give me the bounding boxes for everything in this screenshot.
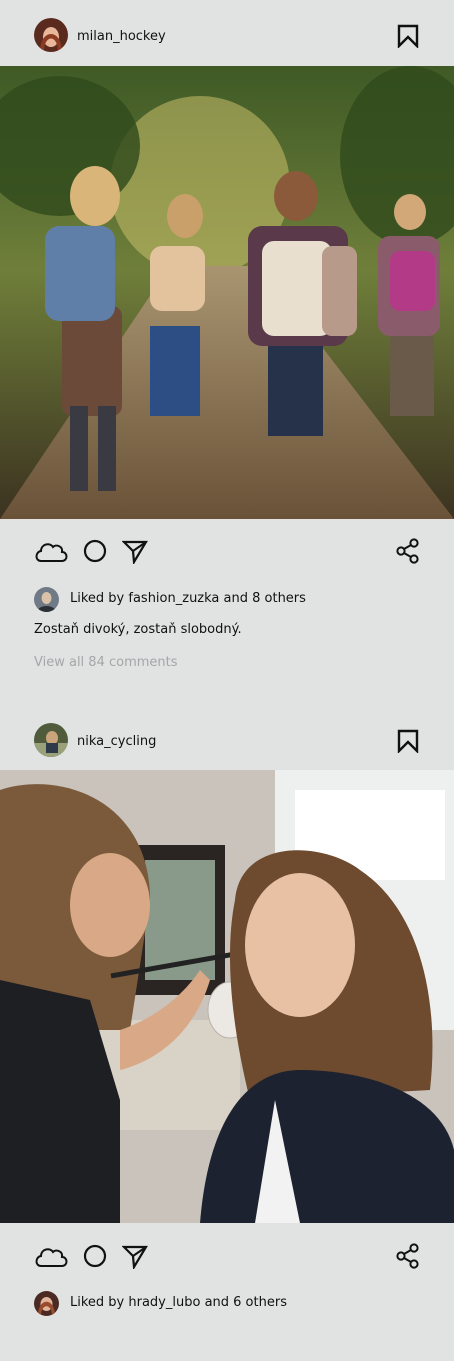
post-header: nika_cycling bbox=[0, 705, 454, 771]
circle-comment-icon[interactable] bbox=[83, 538, 107, 564]
avatar[interactable] bbox=[34, 587, 59, 612]
post-username[interactable]: milan_hockey bbox=[77, 28, 166, 46]
likes-text[interactable]: Liked by hrady_lubo and 6 others bbox=[70, 1295, 287, 1310]
cloud-like-icon[interactable] bbox=[33, 1243, 69, 1269]
send-arrow-icon[interactable] bbox=[121, 1243, 148, 1271]
post-username[interactable]: nika_cycling bbox=[77, 733, 156, 751]
post-header: milan_hockey bbox=[0, 0, 454, 66]
post-caption: Zostaň divoký, zostaň slobodný. bbox=[34, 622, 242, 637]
likes-row: Liked by hrady_lubo and 6 others bbox=[0, 1291, 454, 1317]
view-comments-link[interactable]: View all 84 comments bbox=[34, 655, 178, 670]
post-image[interactable] bbox=[0, 770, 454, 1223]
share-icon[interactable] bbox=[396, 1243, 420, 1269]
bookmark-icon[interactable] bbox=[397, 729, 419, 754]
post-actions bbox=[0, 1239, 454, 1273]
feed-post: nika_cycling Liked by hrady_lubo and 6 o… bbox=[0, 705, 454, 1316]
send-arrow-icon[interactable] bbox=[121, 538, 148, 566]
share-icon[interactable] bbox=[396, 538, 420, 564]
post-image[interactable] bbox=[0, 66, 454, 519]
circle-comment-icon[interactable] bbox=[83, 1243, 107, 1269]
likes-row: Liked by fashion_zuzka and 8 others bbox=[0, 587, 454, 613]
cloud-like-icon[interactable] bbox=[33, 538, 69, 564]
avatar[interactable] bbox=[34, 723, 68, 757]
feed-post: milan_hockey Liked by fashion_zuzka and … bbox=[0, 0, 454, 670]
bookmark-icon[interactable] bbox=[397, 24, 419, 49]
likes-text[interactable]: Liked by fashion_zuzka and 8 others bbox=[70, 591, 306, 606]
avatar[interactable] bbox=[34, 18, 68, 52]
post-actions bbox=[0, 534, 454, 568]
avatar[interactable] bbox=[34, 1291, 59, 1316]
